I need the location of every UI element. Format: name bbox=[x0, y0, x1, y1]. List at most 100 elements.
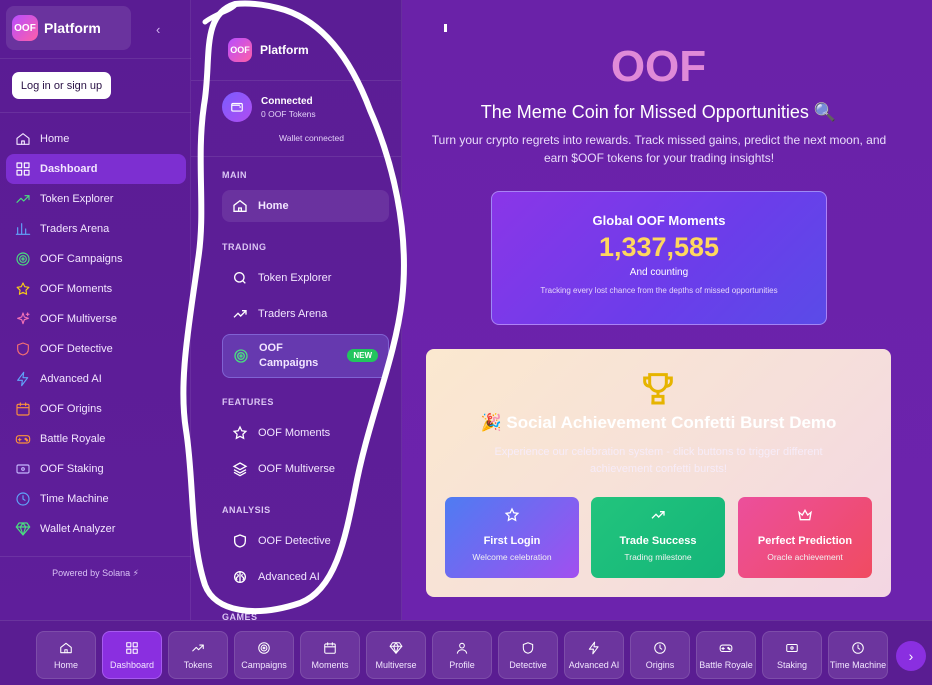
clock-icon bbox=[653, 641, 667, 655]
sidebar-item-home[interactable]: Home bbox=[6, 124, 186, 154]
tab-label: Origins bbox=[645, 659, 675, 670]
tab-time-machine[interactable]: Time Machine bbox=[828, 631, 888, 679]
wallet-icon bbox=[222, 92, 252, 122]
sidebar-item-wallet-analyzer[interactable]: Wallet Analyzer bbox=[6, 514, 186, 544]
section-games: GAMES bbox=[222, 612, 258, 620]
sidebar-item-label: Home bbox=[40, 133, 70, 145]
user-icon bbox=[455, 641, 469, 655]
mid-item-label: Advanced AI bbox=[258, 571, 320, 583]
sidebar-item-traders-arena[interactable]: Traders Arena bbox=[6, 214, 186, 244]
moments-title: Global OOF Moments bbox=[592, 213, 726, 228]
sidebar-item-label: OOF Detective bbox=[40, 343, 113, 355]
mid-item-label: Token Explorer bbox=[258, 272, 332, 284]
sidebar-item-advanced-ai[interactable]: Advanced AI bbox=[6, 364, 186, 394]
mid-item-token-explorer[interactable]: Token Explorer bbox=[222, 262, 389, 294]
text-cursor bbox=[444, 24, 447, 32]
mid-item-label: Home bbox=[258, 200, 289, 212]
trade-success-button[interactable]: Trade Success Trading milestone bbox=[591, 497, 725, 578]
tab-home[interactable]: Home bbox=[36, 631, 96, 679]
tab-moments[interactable]: Moments bbox=[300, 631, 360, 679]
mid-item-advanced-ai[interactable]: Advanced AI bbox=[222, 561, 389, 593]
secondary-sidebar: OOF Platform Connected 0 OOF Tokens Wall… bbox=[191, 0, 402, 620]
sidebar-item-oof-staking[interactable]: OOF Staking bbox=[6, 454, 186, 484]
chevron-right-icon[interactable]: › bbox=[896, 641, 926, 671]
moments-note: Tracking every lost chance from the dept… bbox=[540, 286, 778, 295]
tab-staking[interactable]: Staking bbox=[762, 631, 822, 679]
sidebar-item-label: OOF Staking bbox=[40, 463, 104, 475]
tab-label: Dashboard bbox=[109, 659, 155, 670]
sidebar-nav: Home Dashboard Token Explorer Traders Arena… bbox=[6, 124, 186, 544]
section-main: MAIN bbox=[222, 170, 247, 180]
tab-label: Advanced AI bbox=[568, 659, 620, 670]
sidebar-item-battle-royale[interactable]: Battle Royale bbox=[6, 424, 186, 454]
bottom-tab-bar: Home Dashboard Tokens Campaigns Moments Multi… bbox=[0, 620, 932, 685]
brand[interactable]: OOF Platform bbox=[6, 6, 131, 50]
home-icon bbox=[232, 198, 248, 214]
sidebar-item-label: OOF Campaigns bbox=[40, 253, 123, 265]
perfect-prediction-button[interactable]: Perfect Prediction Oracle achievement bbox=[738, 497, 872, 578]
sidebar: OOF Platform ‹ Log in or sign up Home Das… bbox=[0, 0, 191, 620]
mid-brand-title: Platform bbox=[260, 43, 309, 57]
calendar-icon bbox=[15, 401, 31, 417]
sidebar-item-dashboard[interactable]: Dashboard bbox=[6, 154, 186, 184]
powered-by: Powered by Solana ⚡ bbox=[52, 568, 139, 578]
button-subtitle: Trading milestone bbox=[624, 552, 692, 562]
star-icon bbox=[15, 281, 31, 297]
tab-dashboard[interactable]: Dashboard bbox=[102, 631, 162, 679]
section-analysis: ANALYSIS bbox=[222, 505, 271, 515]
sidebar-item-token-explorer[interactable]: Token Explorer bbox=[6, 184, 186, 214]
tab-campaigns[interactable]: Campaigns bbox=[234, 631, 294, 679]
sidebar-item-time-machine[interactable]: Time Machine bbox=[6, 484, 186, 514]
sidebar-item-oof-multiverse[interactable]: OOF Multiverse bbox=[6, 304, 186, 334]
trending-icon bbox=[650, 507, 666, 523]
sidebar-item-label: OOF Multiverse bbox=[40, 313, 118, 325]
mid-item-label: Campaigns bbox=[259, 357, 319, 369]
moments-caption: And counting bbox=[629, 267, 689, 278]
section-trading: TRADING bbox=[222, 242, 267, 252]
sidebar-item-oof-moments[interactable]: OOF Moments bbox=[6, 274, 186, 304]
tab-origins[interactable]: Origins bbox=[630, 631, 690, 679]
button-subtitle: Welcome celebration bbox=[472, 552, 552, 562]
tab-label: Profile bbox=[449, 659, 475, 670]
first-login-button[interactable]: First Login Welcome celebration bbox=[445, 497, 579, 578]
confetti-description: Experience our celebration system - clic… bbox=[494, 446, 823, 475]
mid-item-campaigns[interactable]: OOF Campaigns NEW bbox=[222, 334, 389, 378]
mid-brand[interactable]: OOF Platform bbox=[228, 38, 309, 62]
wallet-title: Connected bbox=[261, 95, 313, 107]
confetti-title: 🎉 Social Achievement Confetti Burst Demo bbox=[480, 413, 837, 432]
hero-description: Turn your crypto regrets into rewards. T… bbox=[431, 133, 887, 165]
sidebar-item-oof-origins[interactable]: OOF Origins bbox=[6, 394, 186, 424]
layers-icon bbox=[232, 461, 248, 477]
button-title: Perfect Prediction bbox=[757, 535, 853, 547]
button-title: First Login bbox=[483, 535, 541, 547]
sidebar-item-oof-detective[interactable]: OOF Detective bbox=[6, 334, 186, 364]
button-subtitle: Oracle achievement bbox=[767, 552, 843, 562]
wallet-tokens: 0 OOF Tokens bbox=[261, 108, 316, 119]
trending-icon bbox=[191, 641, 205, 655]
sidebar-item-label: Traders Arena bbox=[40, 223, 110, 235]
tab-tokens[interactable]: Tokens bbox=[168, 631, 228, 679]
tab-profile[interactable]: Profile bbox=[432, 631, 492, 679]
gem-icon bbox=[389, 641, 403, 655]
shield-icon bbox=[15, 341, 31, 357]
mid-item-traders-arena[interactable]: Traders Arena bbox=[222, 298, 389, 330]
chevron-left-icon[interactable]: ‹ bbox=[156, 22, 160, 37]
button-title: Trade Success bbox=[619, 535, 697, 547]
mid-item-multiverse[interactable]: OOF Multiverse bbox=[222, 453, 389, 485]
divider bbox=[0, 58, 191, 59]
mid-item-detective[interactable]: OOF Detective bbox=[222, 525, 389, 557]
tab-advanced-ai[interactable]: Advanced AI bbox=[564, 631, 624, 679]
sidebar-item-label: Wallet Analyzer bbox=[40, 523, 116, 535]
trending-icon bbox=[232, 306, 248, 322]
mid-item-home[interactable]: Home bbox=[222, 190, 389, 222]
gamepad-icon bbox=[719, 641, 733, 655]
tab-battle-royale[interactable]: Battle Royale bbox=[696, 631, 756, 679]
login-button[interactable]: Log in or sign up bbox=[12, 72, 111, 99]
wallet-status[interactable]: Connected 0 OOF Tokens bbox=[222, 92, 316, 122]
sidebar-item-oof-campaigns[interactable]: OOF Campaigns bbox=[6, 244, 186, 274]
mid-item-moments[interactable]: OOF Moments bbox=[222, 417, 389, 449]
tab-detective[interactable]: Detective bbox=[498, 631, 558, 679]
tab-multiverse[interactable]: Multiverse bbox=[366, 631, 426, 679]
sidebar-item-label: Time Machine bbox=[40, 493, 109, 505]
clock-icon bbox=[15, 491, 31, 507]
